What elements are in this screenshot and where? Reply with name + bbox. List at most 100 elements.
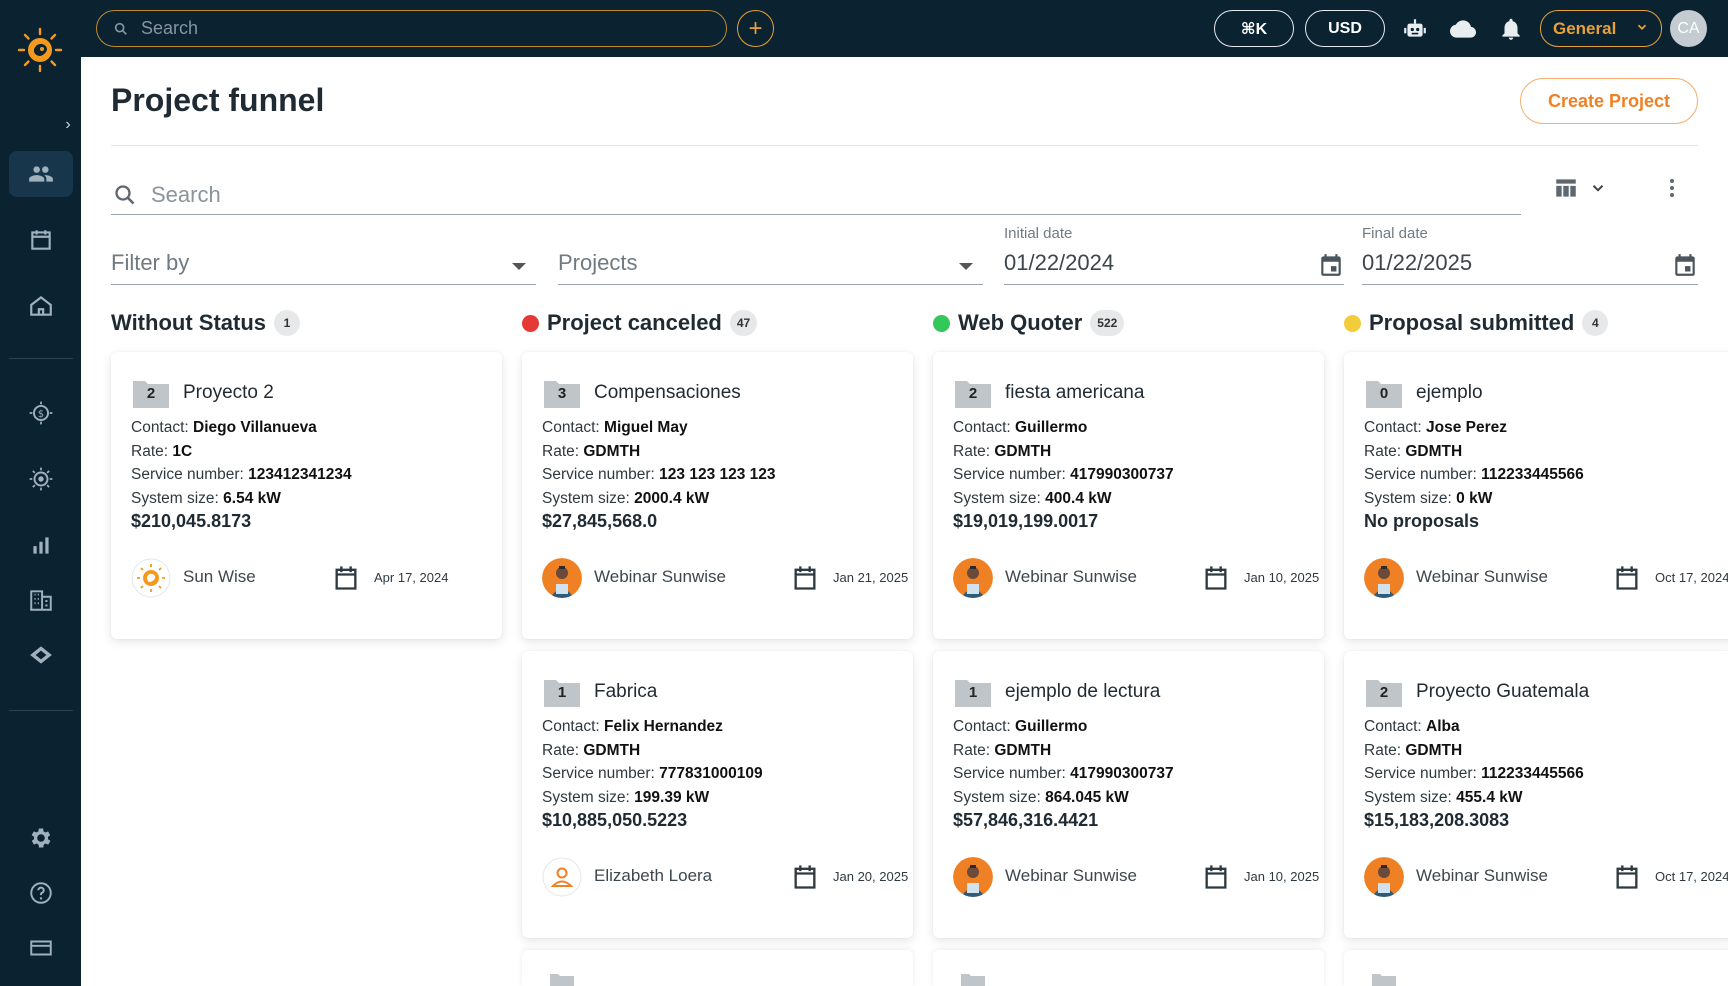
project-name[interactable]: Fabrica (594, 681, 657, 703)
create-project-button[interactable]: Create Project (1520, 78, 1698, 124)
project-card[interactable]: 2 Proyecto Guatemala Contact: Alba Rate: GD… (1344, 651, 1728, 938)
sidebar-item-home[interactable] (9, 283, 73, 329)
sidebar-item-reports[interactable] (9, 522, 73, 568)
proposal-count: 1 (557, 684, 567, 701)
calendar-icon (1202, 863, 1230, 891)
proposal-count: 2 (1379, 684, 1389, 701)
owner-name: Elizabeth Loera (594, 866, 713, 885)
service-number-label: Service number: (953, 466, 1066, 483)
folder-icon: 3 (544, 378, 580, 408)
command-palette-button[interactable]: ⌘K (1214, 10, 1294, 47)
project-date: Jan 10, 2025 (1244, 570, 1320, 585)
owner-name: Webinar Sunwise (1005, 567, 1137, 586)
contact-value: Alba (1426, 718, 1460, 735)
user-avatar[interactable]: CA (1670, 10, 1707, 47)
project-card-partial[interactable] (522, 950, 913, 986)
sun-icon (29, 467, 53, 491)
project-details: Contact: Alba Rate: GDMTH Service number: … (1364, 715, 1584, 809)
notifications-button[interactable] (1496, 14, 1526, 44)
project-date: Oct 17, 2024 (1655, 869, 1728, 884)
dropdown-arrow-icon (512, 263, 526, 270)
sidebar-item-billing[interactable] (9, 925, 73, 971)
page-title: Project funnel (111, 82, 325, 118)
owner-name: Sun Wise (183, 567, 256, 586)
project-card-partial[interactable] (933, 950, 1324, 986)
project-name[interactable]: Proyecto Guatemala (1416, 681, 1589, 703)
folder-icon: 2 (133, 378, 169, 408)
quick-add-button[interactable]: + (737, 10, 774, 47)
system-size-value: 455.4 kW (1456, 788, 1523, 806)
service-number-value: 123 123 123 123 (659, 466, 776, 483)
project-name[interactable]: Proyecto 2 (183, 382, 274, 404)
sidebar-item-help[interactable] (9, 870, 73, 916)
folder-icon (1372, 974, 1396, 986)
filter-by-select[interactable]: Filter by (111, 225, 536, 285)
final-date-value: 01/22/2025 (1362, 250, 1473, 275)
project-amount: No proposals (1364, 511, 1480, 531)
project-search-input[interactable]: Search (111, 176, 1521, 215)
contact-value: Guillermo (1015, 718, 1088, 735)
contact-value: Felix Hernandez (604, 718, 723, 735)
folder-icon: 2 (955, 378, 991, 408)
service-number-value: 112233445566 (1481, 466, 1584, 483)
sidebar-item-solar[interactable] (9, 456, 73, 502)
project-card-partial[interactable] (1344, 950, 1728, 986)
sunwise-logo[interactable] (17, 27, 63, 73)
project-card[interactable]: 1 ejemplo de lectura Contact: Guillermo Rat… (933, 651, 1324, 938)
status-dot (1344, 314, 1361, 332)
help-icon (30, 882, 52, 904)
folder-icon: 1 (544, 677, 580, 707)
project-search-placeholder: Search (151, 182, 221, 207)
system-size-value: 864.045 kW (1045, 788, 1129, 806)
project-card[interactable]: 2 fiesta americana Contact: Guillermo Rate:… (933, 352, 1324, 639)
project-name[interactable]: ejemplo (1416, 382, 1483, 404)
service-number-value: 777831000109 (659, 765, 763, 782)
project-card[interactable]: 2 Proyecto 2 Contact: Diego Villanueva Rate… (111, 352, 502, 639)
proposal-count: 1 (968, 684, 978, 701)
proposal-count: 2 (968, 385, 978, 402)
projects-select[interactable]: Projects (558, 225, 983, 285)
project-card[interactable]: 0 ejemplo Contact: Jose Perez Rate: GDMTH Se… (1344, 352, 1728, 639)
robot-icon (1404, 19, 1426, 37)
top-bar: Search + ⌘K USD General CA (81, 0, 1728, 57)
project-card[interactable]: 1 Fabrica Contact: Felix Hernandez Rate: GD… (522, 651, 913, 938)
system-size-label: System size: (953, 489, 1041, 507)
sidebar-item-finance[interactable]: $ (9, 390, 73, 436)
workspace-select[interactable]: General (1540, 10, 1662, 47)
column-header: Web Quoter 522 (933, 307, 1125, 339)
project-name[interactable]: ejemplo de lectura (1005, 681, 1160, 703)
service-number-label: Service number: (953, 765, 1066, 782)
rate-label: Rate: (1364, 741, 1402, 759)
sidebar-item-partners[interactable] (9, 632, 73, 678)
sidebar-item-company[interactable] (9, 577, 73, 623)
calendar-icon (791, 564, 819, 592)
system-size-value: 400.4 kW (1045, 489, 1112, 507)
sun-dollar-icon: $ (29, 401, 53, 425)
contact-label: Contact: (1364, 419, 1422, 436)
cloud-button[interactable] (1448, 14, 1478, 44)
proposal-count: 2 (146, 385, 156, 402)
project-card[interactable]: 3 Compensaciones Contact: Miguel May Rate: … (522, 352, 913, 639)
sidebar-item-calendar[interactable] (9, 217, 73, 263)
calendar-icon[interactable] (1318, 252, 1344, 278)
project-name[interactable]: Compensaciones (594, 382, 741, 404)
projects-placeholder: Projects (558, 250, 638, 275)
chevron-down-icon (1592, 185, 1604, 192)
more-vertical-icon (1670, 179, 1674, 197)
service-number-label: Service number: (542, 466, 655, 483)
final-date-field[interactable]: Final date 01/22/2025 (1362, 225, 1698, 285)
sidebar-expand-button[interactable]: › (55, 112, 81, 138)
global-search-input[interactable]: Search (96, 10, 727, 47)
project-name[interactable]: fiesta americana (1005, 382, 1144, 404)
more-options-button[interactable] (1658, 174, 1686, 202)
currency-button[interactable]: USD (1305, 10, 1385, 47)
initial-date-field[interactable]: Initial date 01/22/2024 (1004, 225, 1344, 285)
view-mode-toggle[interactable] (1553, 174, 1617, 202)
assistant-button[interactable] (1400, 14, 1430, 44)
system-size-value: 6.54 kW (223, 489, 281, 507)
sidebar-item-contacts[interactable] (9, 151, 73, 197)
calendar-icon[interactable] (1672, 252, 1698, 278)
rate-value: GDMTH (994, 442, 1052, 460)
svg-text:$: $ (38, 409, 44, 420)
sidebar-item-settings[interactable] (9, 815, 73, 861)
